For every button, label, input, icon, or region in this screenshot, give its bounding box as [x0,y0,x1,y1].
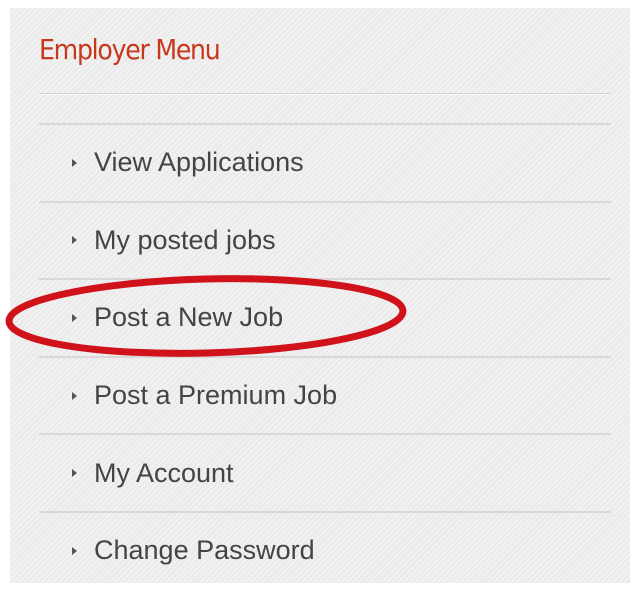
menu-item-label: Post a New Job [94,302,284,333]
triangle-right-icon [72,158,77,167]
menu-item-label: Post a Premium Job [94,380,338,411]
menu-title: Employer Menu [39,33,221,66]
menu-item-label: My posted jobs [94,224,276,255]
employer-menu-list: View Applications My posted jobs Post a … [39,123,611,589]
triangle-right-icon [72,236,77,245]
menu-item-post-new-job[interactable]: Post a New Job [39,278,611,356]
menu-item-change-password[interactable]: Change Password [39,510,611,589]
menu-item-label: My Account [94,457,234,488]
title-divider [39,93,611,95]
menu-item-post-premium-job[interactable]: Post a Premium Job [39,355,611,434]
menu-item-my-posted-jobs[interactable]: My posted jobs [39,200,611,279]
triangle-right-icon [72,313,77,322]
triangle-right-icon [72,469,77,478]
employer-menu-panel: Employer Menu View Applications My poste… [10,8,630,583]
menu-item-label: Change Password [94,535,315,566]
triangle-right-icon [72,546,77,555]
menu-item-label: View Applications [94,147,304,178]
triangle-right-icon [72,391,77,400]
menu-item-view-applications[interactable]: View Applications [39,123,611,201]
menu-item-my-account[interactable]: My Account [39,433,611,511]
